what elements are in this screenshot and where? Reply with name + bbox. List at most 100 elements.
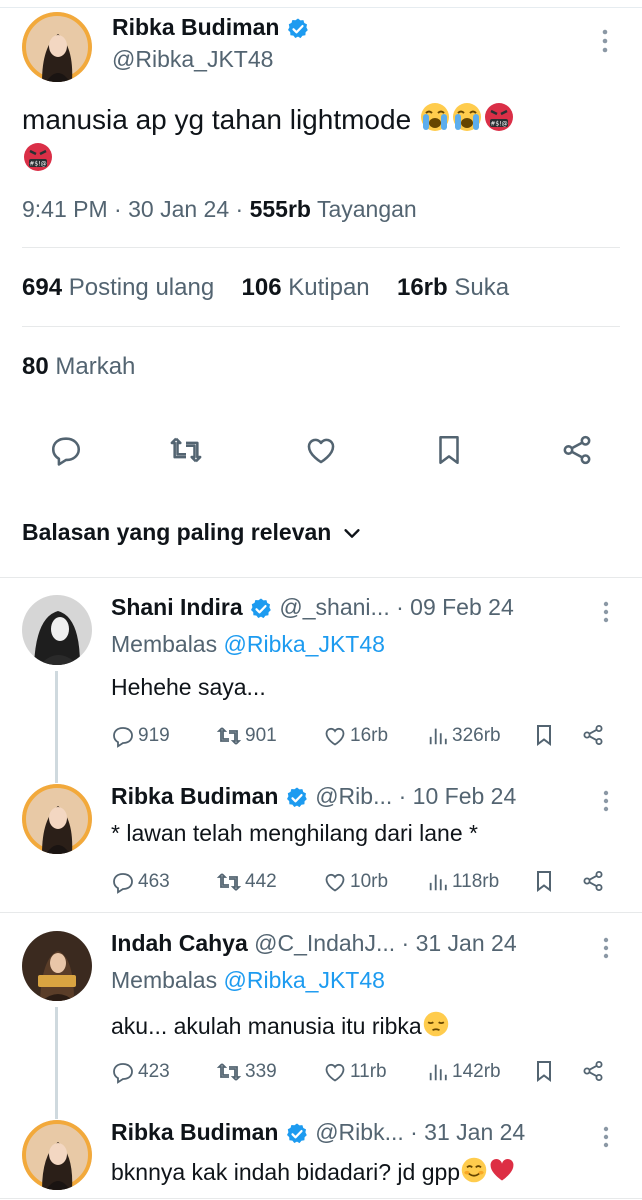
repost-count: 901	[245, 725, 277, 746]
tweet-meta: 9:41 PM · 30 Jan 24 · 555rb Tayangan	[22, 196, 417, 222]
share-icon	[583, 871, 603, 891]
bookmark-icon	[537, 871, 551, 892]
views-count-button[interactable]: 118rb	[427, 871, 499, 893]
reposts-stat[interactable]: 694 Posting ulang	[22, 274, 214, 301]
bookmark-button[interactable]	[532, 723, 556, 752]
more-options-icon[interactable]	[601, 600, 611, 624]
more-options-icon[interactable]	[600, 28, 610, 54]
reply-action-bar: 919 901 16rb 326rb	[111, 722, 611, 750]
face-with-symbols-icon: #$!@	[24, 143, 52, 171]
tweet-time[interactable]: 9:41 PM	[22, 196, 108, 222]
reply-author-handle[interactable]: @_shani...	[279, 594, 389, 620]
reply-author-name[interactable]: Ribka Budiman	[111, 783, 278, 809]
reply-count-button[interactable]: 463	[111, 870, 170, 894]
replying-prefix: Membalas	[111, 967, 218, 993]
bookmarks-stat[interactable]: 80 Markah	[22, 353, 135, 381]
avatar-shani[interactable]	[22, 595, 92, 665]
repost-button[interactable]	[164, 428, 208, 472]
more-options-icon[interactable]	[601, 936, 611, 960]
reply-button[interactable]	[44, 428, 88, 472]
like-count: 10rb	[350, 871, 389, 892]
avatar-image	[22, 1120, 92, 1190]
share-button[interactable]	[555, 428, 599, 472]
bookmark-icon	[439, 435, 459, 465]
reply-header: Shani Indira @_shani... · 09 Feb 24	[111, 594, 514, 621]
like-count-button[interactable]: 16rb	[323, 724, 388, 748]
likes-count: 16rb	[396, 274, 448, 301]
reply-sort-dropdown[interactable]: Balasan yang paling relevan	[22, 519, 363, 546]
repost-count-button[interactable]: 339	[216, 1060, 277, 1084]
reply-author-handle[interactable]: @Ribk...	[315, 1119, 404, 1145]
more-options-icon[interactable]	[601, 1125, 611, 1149]
tweet-date[interactable]: 30 Jan 24	[128, 196, 229, 222]
bookmark-button[interactable]	[532, 869, 556, 898]
like-button[interactable]	[299, 428, 343, 472]
reply-text: * lawan telah menghilang dari lane *	[111, 820, 478, 846]
verified-badge-icon	[286, 1123, 307, 1144]
replying-to-handle[interactable]: @Ribka_JKT48	[224, 967, 385, 993]
reply-author-handle[interactable]: @Rib...	[315, 783, 392, 809]
like-count-button[interactable]: 10rb	[323, 870, 388, 894]
reply-icon	[51, 437, 81, 466]
loudly-crying-face-icon	[452, 103, 481, 131]
reply-text: aku... akulah manusia itu ribka	[111, 1013, 422, 1039]
repost-icon	[216, 1063, 242, 1081]
quotes-stat[interactable]: 106 Kutipan	[242, 274, 370, 301]
reply-action-bar: 463 442 10rb 118rb	[111, 868, 611, 896]
face-with-symbols-icon: #$!@	[484, 103, 513, 131]
repost-count-button[interactable]: 901	[216, 724, 277, 748]
reply-icon	[113, 727, 133, 748]
avatar-indah[interactable]	[22, 931, 92, 1001]
share-button[interactable]	[581, 1059, 605, 1088]
avatar-ribka[interactable]	[22, 1120, 92, 1190]
reply-author-name[interactable]: Indah Cahya	[111, 930, 248, 956]
verified-badge-icon	[286, 787, 307, 808]
pensive-face-icon	[423, 1011, 448, 1037]
verified-badge-icon	[287, 18, 308, 39]
share-button[interactable]	[581, 869, 605, 898]
reply-author-handle[interactable]: @C_IndahJ...	[254, 930, 395, 956]
like-count: 16rb	[350, 725, 389, 746]
reply-count: 463	[138, 871, 170, 892]
views-count-button[interactable]: 326rb	[427, 725, 501, 747]
share-icon	[563, 435, 591, 465]
reply-text-line: bknnya kak indah bidadari? jd gpp	[111, 1156, 516, 1186]
reply-author-name[interactable]: Shani Indira	[111, 594, 243, 620]
reply-count-button[interactable]: 919	[111, 724, 170, 748]
svg-text:#$!@: #$!@	[490, 121, 507, 128]
repost-icon	[216, 727, 242, 745]
author-handle[interactable]: @Ribka_JKT48	[112, 46, 273, 73]
reply-count-button[interactable]: 423	[111, 1060, 170, 1084]
reply-header: Indah Cahya @C_IndahJ... · 31 Jan 24	[111, 930, 517, 957]
views-count: 142rb	[452, 1061, 501, 1082]
quotes-count: 106	[241, 274, 282, 301]
likes-stat[interactable]: 16rb Suka	[397, 274, 509, 301]
reply-sort-label: Balasan yang paling relevan	[22, 519, 332, 545]
views-count: 326rb	[452, 725, 501, 746]
share-button[interactable]	[581, 723, 605, 752]
like-count-button[interactable]: 11rb	[323, 1060, 387, 1084]
repost-count-button[interactable]: 442	[216, 870, 277, 894]
views-chart-icon	[429, 1064, 447, 1081]
bookmark-button[interactable]	[427, 428, 471, 472]
replying-to-handle[interactable]: @Ribka_JKT48	[224, 631, 385, 657]
reply-author-name[interactable]: Ribka Budiman	[111, 1119, 278, 1145]
views-count: 118rb	[452, 871, 500, 892]
reply-date[interactable]: · 31 Jan 24	[410, 1119, 525, 1145]
author-name[interactable]: Ribka Budiman	[112, 14, 279, 40]
reply-date[interactable]: · 09 Feb 24	[396, 594, 514, 620]
loudly-crying-face-icon	[420, 103, 449, 131]
more-options-icon[interactable]	[601, 789, 611, 813]
views-chart-icon	[429, 874, 447, 891]
avatar-ribka[interactable]	[22, 12, 92, 82]
views-count-button[interactable]: 142rb	[427, 1061, 501, 1083]
share-icon	[583, 1061, 603, 1081]
heart-icon	[325, 1063, 345, 1082]
bookmark-button[interactable]	[532, 1059, 556, 1088]
reply-date[interactable]: · 10 Feb 24	[399, 783, 517, 809]
replying-to: Membalas @Ribka_JKT48	[111, 967, 385, 994]
reply-date[interactable]: · 31 Jan 24	[402, 930, 517, 956]
avatar-ribka[interactable]	[22, 784, 92, 854]
likes-label: Suka	[454, 274, 510, 301]
avatar-image	[22, 595, 92, 665]
